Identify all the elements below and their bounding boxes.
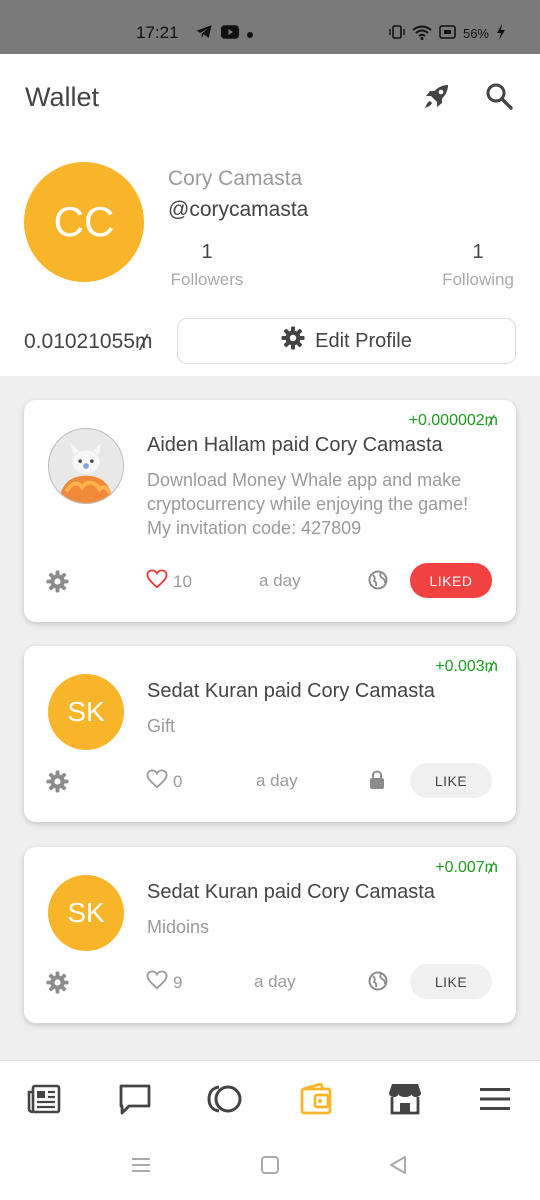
gear-icon[interactable] bbox=[46, 971, 69, 999]
following-label: Following bbox=[442, 270, 514, 289]
transaction-title: Sedat Kuran paid Cory Camasta bbox=[147, 881, 435, 903]
transaction-message: Midoins bbox=[147, 917, 210, 937]
chat-icon[interactable] bbox=[117, 1081, 153, 1117]
wallet-icon[interactable] bbox=[298, 1081, 334, 1117]
system-nav bbox=[0, 1135, 540, 1200]
lock-icon bbox=[368, 770, 386, 795]
wifi-icon bbox=[412, 25, 432, 43]
battery-charging-icon bbox=[496, 24, 506, 43]
transaction-feed: +0.000002₥ Aiden Hallam paid Cory Camast… bbox=[0, 376, 540, 1060]
transaction-card[interactable]: +0.000002₥ Aiden Hallam paid Cory Camast… bbox=[24, 400, 516, 622]
card-footer: 10 a day LIKED bbox=[24, 563, 516, 599]
news-icon[interactable] bbox=[26, 1081, 62, 1117]
gear-icon[interactable] bbox=[46, 770, 69, 798]
transaction-title: Sedat Kuran paid Cory Camasta bbox=[147, 680, 435, 702]
coins-icon[interactable] bbox=[207, 1081, 243, 1117]
transaction-amount: +0.003₥ bbox=[435, 658, 498, 675]
likes[interactable]: 0 bbox=[146, 769, 182, 794]
profile-name: Cory Camasta bbox=[168, 167, 303, 190]
rocket-icon[interactable] bbox=[421, 82, 451, 112]
like-button[interactable]: LIKED bbox=[410, 563, 492, 598]
avatar[interactable]: SK bbox=[48, 875, 124, 951]
back-icon[interactable] bbox=[388, 1155, 408, 1180]
transaction-card[interactable]: +0.007₥ SK Sedat Kuran paid Cory Camasta… bbox=[24, 847, 516, 1023]
likes[interactable]: 10 bbox=[146, 569, 192, 594]
likes-count: 0 bbox=[173, 771, 183, 791]
heart-icon bbox=[146, 569, 168, 594]
card-footer: 0 a day LIKE bbox=[24, 763, 516, 799]
transaction-title: Aiden Hallam paid Cory Camasta bbox=[147, 434, 443, 456]
vibrate-icon bbox=[389, 24, 405, 43]
followers-stat[interactable]: 1 Followers bbox=[168, 241, 246, 290]
globe-icon bbox=[368, 570, 388, 595]
gear-icon[interactable] bbox=[46, 570, 69, 598]
transaction-amount: +0.000002₥ bbox=[408, 412, 498, 429]
transaction-card[interactable]: +0.003₥ SK Sedat Kuran paid Cory Camasta… bbox=[24, 646, 516, 822]
globe-icon bbox=[368, 971, 388, 996]
status-time: 17:21 bbox=[136, 23, 179, 42]
likes[interactable]: 9 bbox=[146, 970, 182, 995]
following-count: 1 bbox=[472, 241, 484, 263]
edit-profile-button[interactable]: Edit Profile bbox=[177, 318, 516, 364]
like-button[interactable]: LIKE bbox=[410, 763, 492, 798]
profile-header: Wallet CC Cory Camasta @corycamasta 1 Fo… bbox=[0, 54, 540, 376]
card-footer: 9 a day LIKE bbox=[24, 964, 516, 1000]
cast-icon bbox=[439, 25, 456, 42]
gear-icon bbox=[281, 326, 305, 356]
page-title: Wallet bbox=[25, 82, 100, 112]
wallet-balance: 0.01021055₥ bbox=[24, 330, 153, 353]
like-button[interactable]: LIKE bbox=[410, 964, 492, 999]
heart-icon bbox=[146, 769, 168, 794]
followers-label: Followers bbox=[170, 270, 244, 289]
avatar[interactable]: SK bbox=[48, 674, 124, 750]
youtube-icon bbox=[221, 24, 239, 44]
telegram-icon bbox=[196, 24, 213, 44]
likes-count: 9 bbox=[173, 972, 183, 992]
transaction-time: a day bbox=[256, 771, 298, 790]
transaction-message: Gift bbox=[147, 716, 176, 736]
store-icon[interactable] bbox=[387, 1081, 423, 1117]
likes-count: 10 bbox=[173, 571, 192, 591]
search-icon[interactable] bbox=[485, 82, 515, 112]
transaction-message: Download Money Whale app and make crypto… bbox=[147, 470, 469, 538]
transaction-time: a day bbox=[254, 972, 296, 991]
bottom-nav bbox=[0, 1060, 540, 1135]
heart-icon bbox=[146, 970, 168, 995]
transaction-time: a day bbox=[259, 571, 301, 590]
recents-icon[interactable] bbox=[131, 1155, 151, 1180]
edit-profile-label: Edit Profile bbox=[315, 329, 412, 352]
profile-avatar[interactable]: CC bbox=[24, 162, 144, 282]
following-stat[interactable]: 1 Following bbox=[438, 241, 518, 290]
menu-icon[interactable] bbox=[477, 1081, 513, 1117]
transaction-amount: +0.007₥ bbox=[435, 859, 498, 876]
profile-handle: @corycamasta bbox=[168, 198, 309, 221]
status-bar: 17:21 56% bbox=[0, 0, 540, 54]
battery-text: 56% bbox=[462, 26, 489, 41]
home-icon[interactable] bbox=[260, 1155, 280, 1180]
avatar[interactable] bbox=[48, 428, 124, 504]
followers-count: 1 bbox=[201, 241, 213, 263]
dot-icon bbox=[247, 25, 253, 43]
